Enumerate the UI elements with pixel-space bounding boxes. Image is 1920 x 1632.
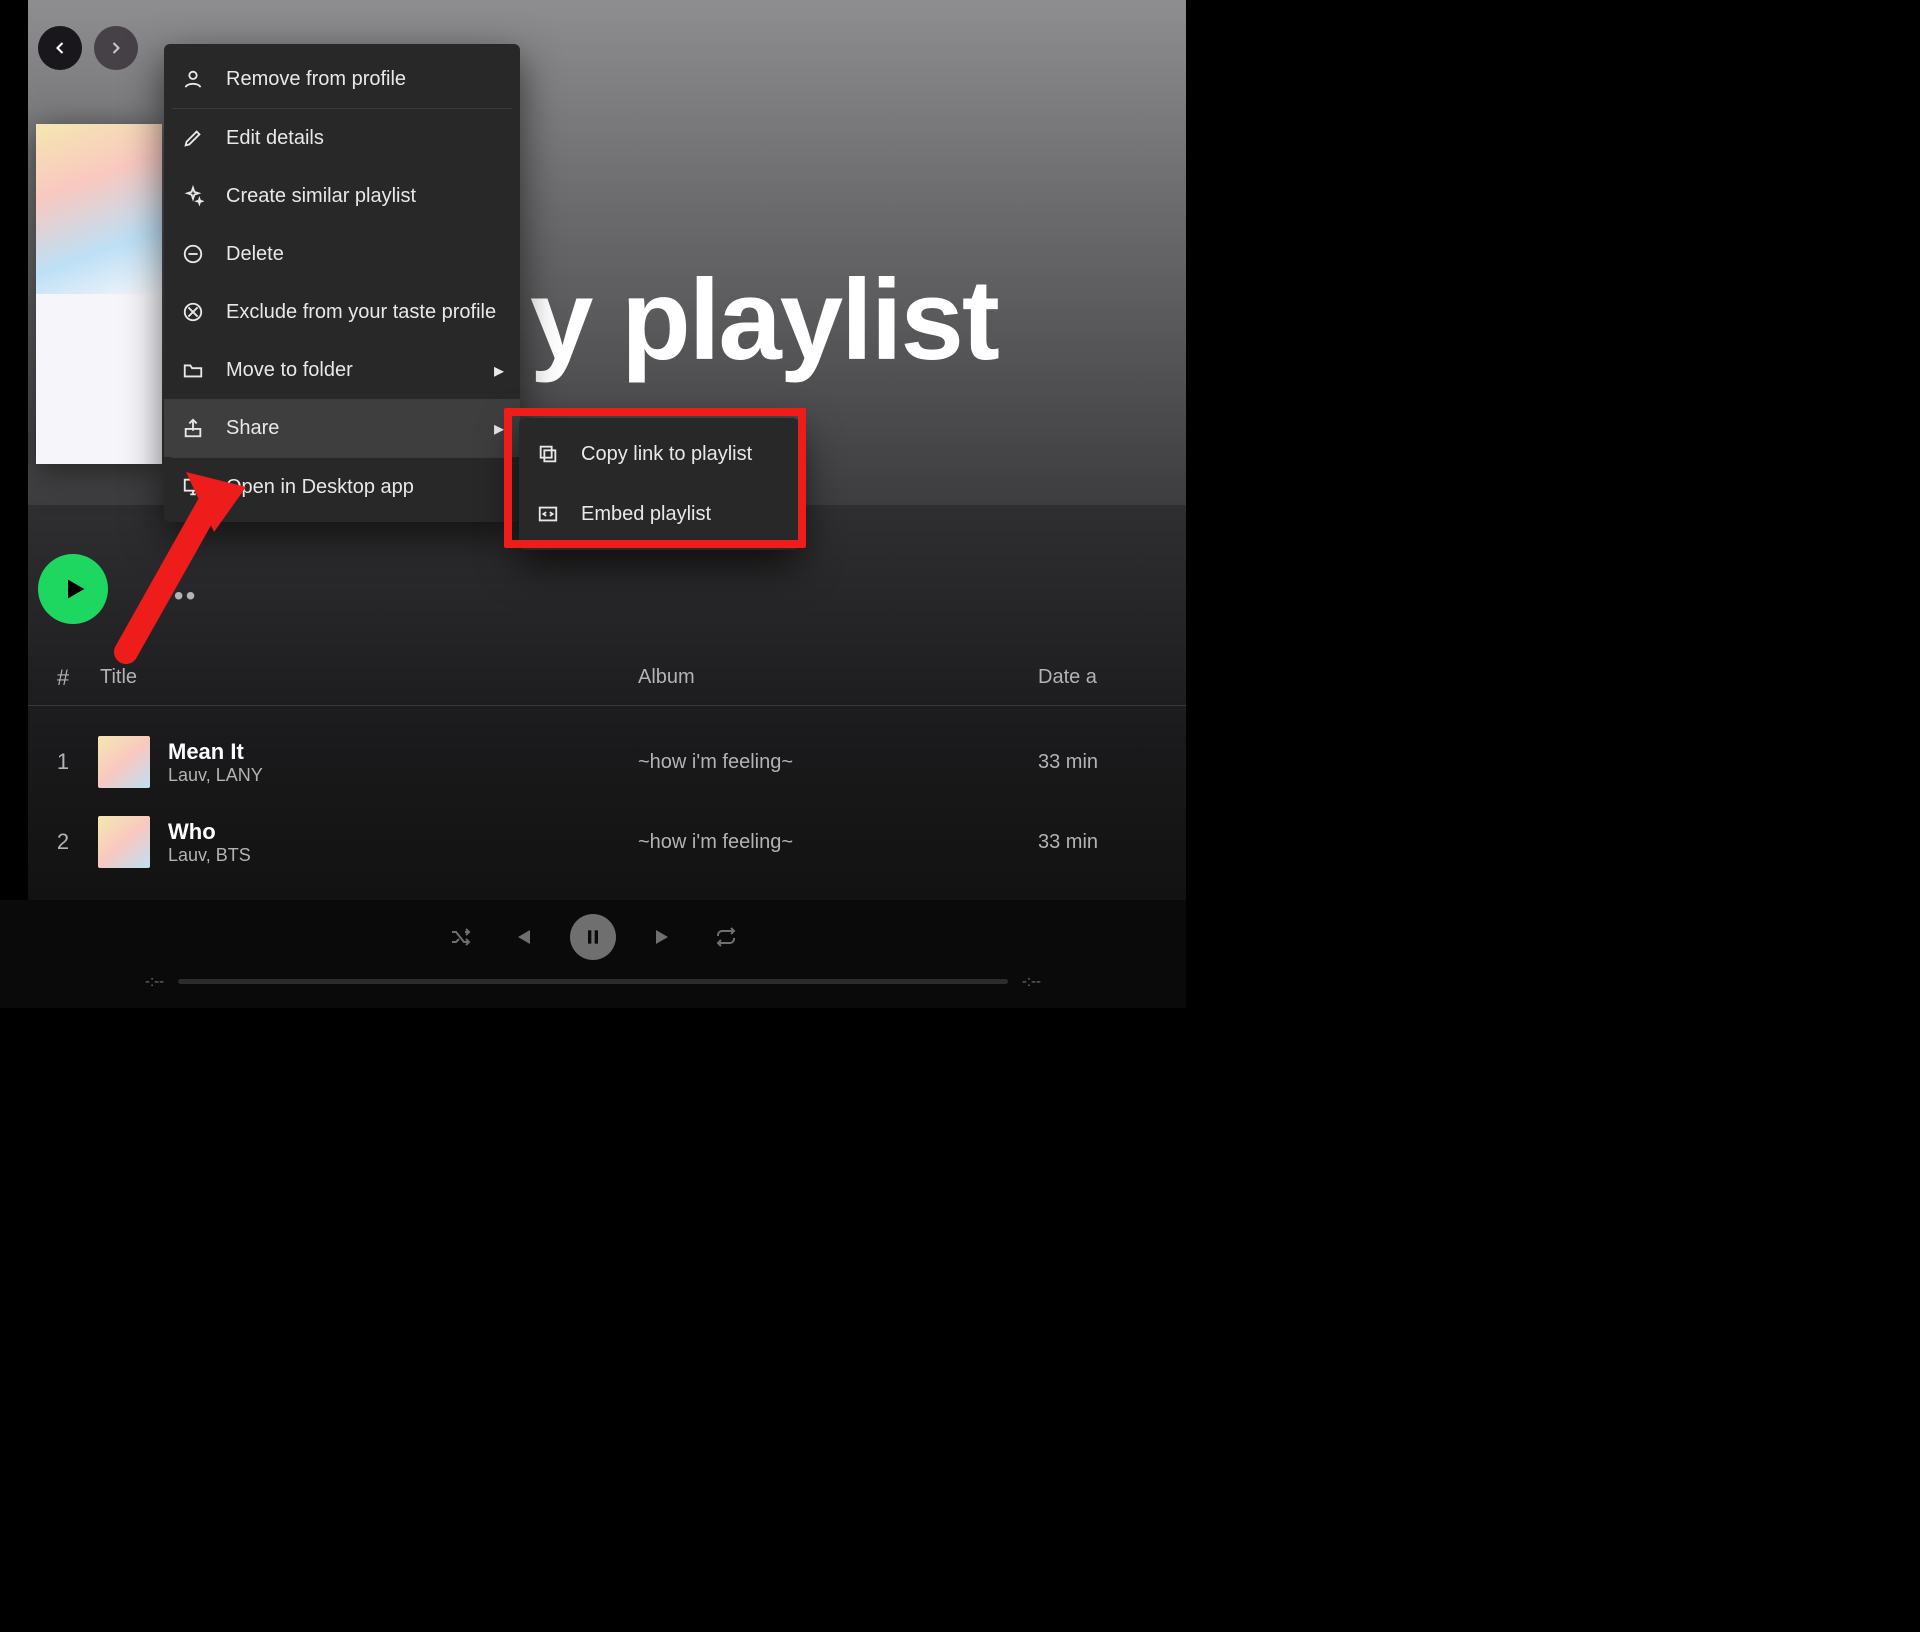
previous-icon — [510, 925, 534, 949]
player-bar: -:-- -:-- — [0, 900, 1186, 1008]
track-number: 2 — [28, 829, 98, 855]
column-date: Date a — [1038, 666, 1186, 689]
submenu-copy-link[interactable]: Copy link to playlist — [519, 424, 799, 484]
column-number: # — [28, 665, 98, 691]
folder-icon — [180, 357, 206, 383]
time-elapsed: -:-- — [145, 973, 164, 990]
track-artist: Lauv, BTS — [168, 845, 251, 866]
track-row[interactable]: 1 Mean It Lauv, LANY ~how i'm feeling~ 3… — [28, 725, 1186, 799]
track-album: ~how i'm feeling~ — [638, 751, 1038, 774]
progress-bar[interactable]: -:-- -:-- — [145, 973, 1041, 990]
menu-label: Exclude from your taste profile — [226, 301, 496, 324]
previous-button[interactable] — [508, 923, 536, 951]
desktop-icon — [180, 474, 206, 500]
submenu-chevron-icon: ▸ — [494, 416, 504, 441]
nav-back-button[interactable] — [38, 26, 82, 70]
more-options-button[interactable]: ••• — [162, 580, 197, 612]
nav-forward-button[interactable] — [94, 26, 138, 70]
shuffle-icon — [448, 925, 472, 949]
profile-remove-icon — [180, 66, 206, 92]
shuffle-button[interactable] — [446, 923, 474, 951]
next-icon — [652, 925, 676, 949]
menu-exclude-taste[interactable]: Exclude from your taste profile — [164, 283, 520, 341]
track-date: 33 min — [1038, 831, 1098, 854]
menu-move-to-folder[interactable]: Move to folder ▸ — [164, 341, 520, 399]
menu-label: Embed playlist — [581, 503, 711, 526]
track-artwork — [98, 816, 150, 868]
menu-create-similar[interactable]: Create similar playlist — [164, 167, 520, 225]
play-button[interactable] — [38, 554, 108, 624]
track-artist: Lauv, LANY — [168, 765, 263, 786]
column-album: Album — [638, 666, 1038, 689]
playlist-title: y playlist — [530, 255, 998, 386]
edit-icon — [180, 125, 206, 151]
menu-label: Create similar playlist — [226, 185, 416, 208]
delete-icon — [180, 241, 206, 267]
time-remaining: -:-- — [1022, 973, 1041, 990]
menu-label: Open in Desktop app — [226, 476, 414, 499]
track-date: 33 min — [1038, 751, 1098, 774]
menu-remove-from-profile[interactable]: Remove from profile — [164, 50, 520, 108]
menu-label: Copy link to playlist — [581, 443, 752, 466]
column-title: Title — [98, 666, 638, 689]
repeat-button[interactable] — [712, 923, 740, 951]
submenu-embed[interactable]: Embed playlist — [519, 484, 799, 544]
app-root: y playlist ••• # Title Album Date a 1 Me… — [0, 0, 1186, 1008]
menu-label: Remove from profile — [226, 68, 406, 91]
pause-button[interactable] — [570, 914, 616, 960]
menu-share[interactable]: Share ▸ — [164, 399, 520, 457]
progress-track[interactable] — [178, 979, 1008, 984]
chevron-right-icon — [106, 38, 126, 58]
next-button[interactable] — [650, 923, 678, 951]
menu-delete[interactable]: Delete — [164, 225, 520, 283]
track-name: Mean It — [168, 739, 263, 765]
menu-open-desktop[interactable]: Open in Desktop app — [164, 458, 520, 516]
exclude-icon — [180, 299, 206, 325]
track-row[interactable]: 2 Who Lauv, BTS ~how i'm feeling~ 33 min — [28, 805, 1186, 879]
pause-icon — [583, 927, 603, 947]
share-submenu: Copy link to playlist Embed playlist — [519, 418, 799, 550]
track-table-header: # Title Album Date a — [28, 650, 1186, 706]
track-album: ~how i'm feeling~ — [638, 831, 1038, 854]
chevron-left-icon — [50, 38, 70, 58]
cover-art-graphic — [66, 324, 102, 434]
play-icon — [61, 575, 89, 603]
share-icon — [180, 415, 206, 441]
submenu-chevron-icon: ▸ — [494, 358, 504, 383]
menu-edit-details[interactable]: Edit details — [164, 109, 520, 167]
sparkle-icon — [180, 183, 206, 209]
menu-label: Share — [226, 417, 279, 440]
playlist-cover[interactable] — [36, 124, 162, 464]
track-number: 1 — [28, 749, 98, 775]
copy-link-icon — [535, 441, 561, 467]
menu-label: Move to folder — [226, 359, 353, 382]
menu-label: Edit details — [226, 127, 324, 150]
playlist-context-menu: Remove from profile Edit details Create … — [164, 44, 520, 522]
menu-label: Delete — [226, 243, 284, 266]
embed-icon — [535, 501, 561, 527]
repeat-icon — [714, 925, 738, 949]
track-name: Who — [168, 819, 251, 845]
track-artwork — [98, 736, 150, 788]
